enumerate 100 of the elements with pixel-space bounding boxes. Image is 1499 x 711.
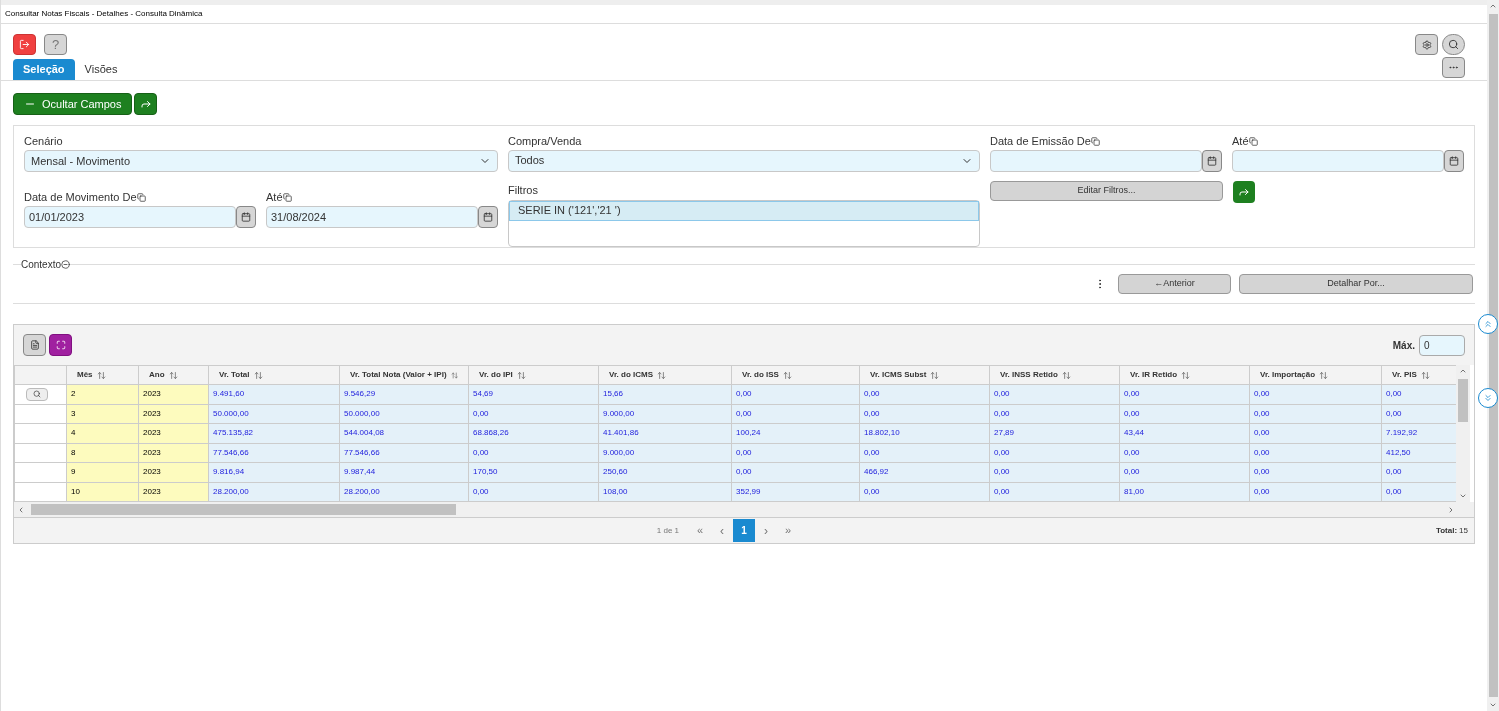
first-page-button[interactable]: « (689, 522, 712, 539)
table-cell: 77.546,66 (213, 447, 249, 457)
collapse-icon[interactable] (61, 260, 71, 269)
edit-filters-button[interactable]: Editar Filtros... (990, 181, 1223, 201)
table-cell: 77.546,66 (344, 447, 380, 457)
scroll-up-icon[interactable] (1489, 2, 1497, 10)
scroll-down-icon[interactable] (1489, 701, 1497, 709)
calendar-button[interactable] (478, 206, 498, 228)
last-page-button[interactable]: » (777, 522, 800, 539)
copy-icon[interactable] (1248, 136, 1258, 146)
scrollbar-thumb[interactable] (1488, 14, 1498, 697)
sort-icon[interactable] (450, 370, 458, 380)
table-cell: 27,89 (994, 428, 1015, 438)
search-button[interactable] (1442, 34, 1465, 55)
calendar-button[interactable] (1202, 150, 1222, 172)
date-field[interactable]: 01/01/2023 (24, 206, 236, 228)
scrollbar-thumb[interactable] (1458, 379, 1468, 422)
calendar-icon (1449, 156, 1459, 166)
scroll-down-icon[interactable] (1459, 492, 1467, 500)
max-field[interactable]: 0 (1419, 334, 1465, 356)
table-cell: 43,44 (1124, 428, 1145, 438)
tab[interactable]: Visões (74, 59, 128, 80)
sort-icon[interactable] (168, 370, 178, 380)
prev-page-button[interactable]: ‹ (711, 521, 734, 540)
field-label: Até (266, 189, 283, 205)
copy-icon[interactable] (282, 192, 292, 202)
page-button[interactable]: 1 (733, 519, 756, 542)
column-header[interactable]: Vr. Total (219, 369, 250, 381)
table-cell: 81,00 (1124, 486, 1145, 496)
column-header[interactable]: Vr. do IPI (479, 369, 513, 381)
hide-fields-button[interactable]: Ocultar Campos (13, 93, 133, 115)
scroll-right-icon[interactable] (1447, 505, 1455, 514)
sort-icon[interactable] (657, 370, 666, 380)
share-button[interactable] (134, 93, 158, 115)
window-title: Consultar Notas Fiscais - Detalhes - Consulta Dinâmica (5, 8, 203, 20)
sort-icon[interactable] (930, 370, 940, 380)
table-cell: 8 (71, 447, 76, 457)
date-field[interactable] (1232, 150, 1444, 172)
calendar-button[interactable] (236, 206, 256, 228)
column-header[interactable]: Mês (77, 369, 93, 381)
table-cell: 2023 (143, 486, 161, 496)
sort-icon[interactable] (516, 370, 526, 380)
detail-button[interactable]: Detalhar Por... (1239, 274, 1473, 294)
field-label: Cenário (24, 133, 63, 149)
calendar-button[interactable] (1444, 150, 1464, 172)
copy-icon[interactable] (1090, 136, 1100, 146)
sort-icon[interactable] (1319, 370, 1329, 380)
next-page-button[interactable]: › (755, 521, 778, 540)
table-cell: 0,00 (1386, 486, 1402, 496)
table-cell: 0,00 (1124, 467, 1140, 477)
table-cell: 475.135,82 (213, 428, 254, 438)
table-cell: 28.200,00 (344, 486, 380, 496)
exit-button[interactable] (13, 34, 36, 55)
table-cell: 15,66 (603, 389, 624, 399)
table-cell: 41.401,86 (603, 428, 639, 438)
sort-icon[interactable] (1420, 370, 1430, 380)
table-cell: 250,60 (603, 467, 628, 477)
copy-icon[interactable] (136, 192, 146, 202)
column-header[interactable]: Vr. do ICMS (609, 369, 653, 381)
column-header[interactable]: Vr. do ISS (742, 369, 779, 381)
tab[interactable]: Seleção (13, 59, 75, 80)
scrollbar-thumb[interactable] (31, 504, 456, 515)
expand-button[interactable] (49, 334, 72, 356)
sort-icon[interactable] (253, 370, 263, 380)
table-cell: 0,00 (473, 486, 489, 496)
scroll-bottom-button[interactable] (1478, 388, 1498, 408)
sort-icon[interactable] (782, 370, 792, 380)
table-cell: 0,00 (1386, 467, 1402, 477)
sort-icon[interactable] (96, 370, 106, 380)
select-field[interactable]: Mensal - Movimento (24, 150, 498, 172)
select-field[interactable]: Todos (508, 149, 980, 172)
scroll-up-icon[interactable] (1459, 367, 1467, 375)
calendar-icon (483, 212, 493, 222)
filter-item[interactable]: SERIE IN ('121','21 ') (509, 200, 979, 221)
row-search-button[interactable] (26, 387, 48, 401)
column-header[interactable]: Vr. PIS (1392, 369, 1417, 381)
scroll-top-button[interactable] (1478, 314, 1498, 334)
page-scrollbar[interactable] (1487, 0, 1499, 711)
apply-button[interactable] (1233, 181, 1255, 203)
table-cell: 9.491,60 (213, 389, 245, 399)
table-cell: 2023 (143, 408, 161, 418)
sort-icon[interactable] (1181, 370, 1191, 380)
scroll-left-icon[interactable] (17, 505, 25, 514)
table-cell: 0,00 (994, 467, 1010, 477)
search-icon (33, 390, 41, 399)
table-cell: 0,00 (864, 486, 880, 496)
sort-icon[interactable] (1061, 370, 1071, 380)
settings-button[interactable] (1415, 34, 1438, 55)
table-cell: 0,00 (1254, 486, 1270, 496)
table-cell: 18.802,10 (864, 428, 900, 438)
table-cell: 0,00 (864, 408, 880, 418)
previous-button[interactable]: ←Anterior (1118, 274, 1231, 294)
export-button[interactable] (23, 334, 46, 356)
table-cell: 50.000,00 (213, 408, 249, 418)
column-header[interactable]: Ano (149, 369, 165, 381)
date-field[interactable] (990, 150, 1202, 172)
date-field[interactable]: 31/08/2024 (266, 206, 478, 228)
table-cell: 7.192,92 (1386, 428, 1418, 438)
max-label: Máx. (1392, 338, 1415, 353)
more-button[interactable] (1442, 57, 1465, 78)
